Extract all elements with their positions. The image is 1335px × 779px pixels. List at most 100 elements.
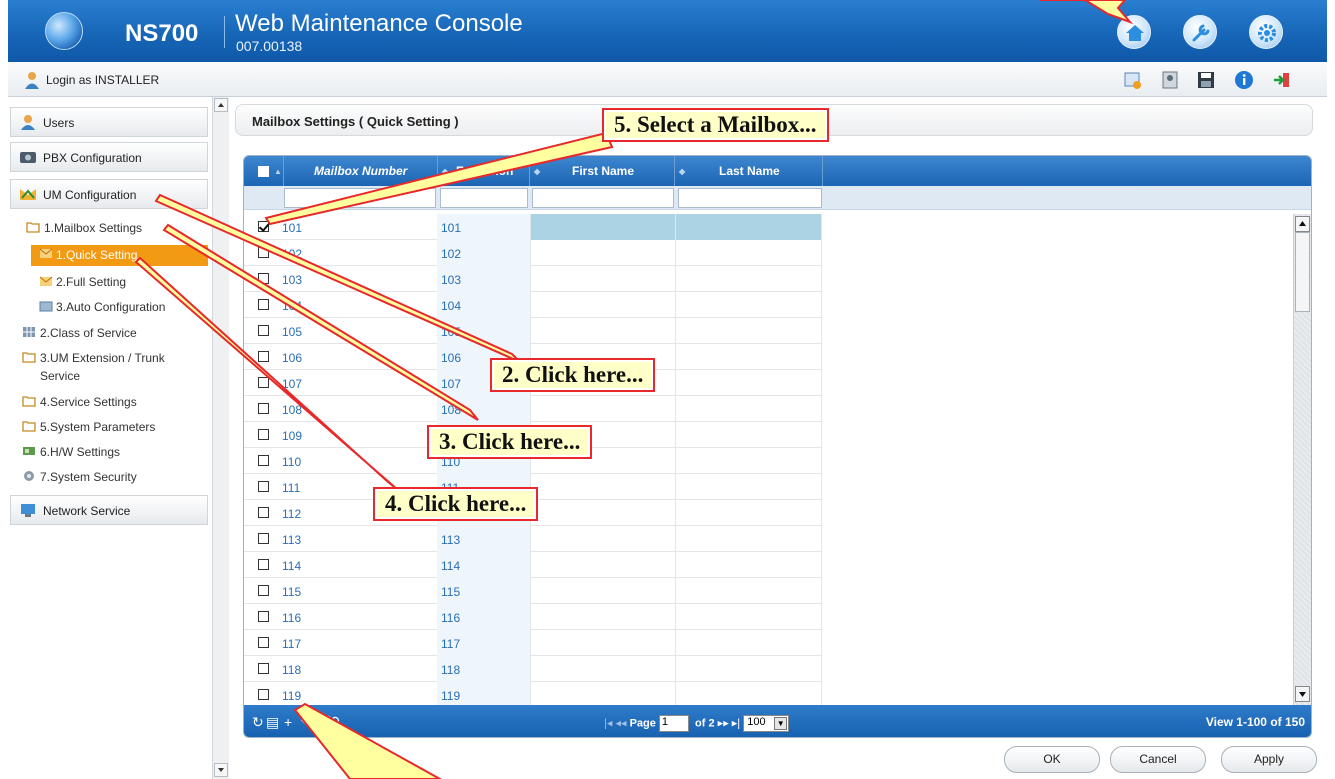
- mailbox-number-cell[interactable]: 118: [282, 663, 301, 677]
- last-name-cell[interactable]: [675, 344, 822, 370]
- last-name-cell[interactable]: [675, 526, 822, 552]
- table-row[interactable]: 115 115: [244, 578, 822, 604]
- chevron-down-icon[interactable]: ▼: [774, 717, 788, 730]
- last-name-cell[interactable]: [675, 318, 822, 344]
- extension-cell[interactable]: 101: [441, 221, 461, 235]
- extension-cell[interactable]: 119: [441, 689, 460, 703]
- last-name-cell[interactable]: [675, 422, 822, 448]
- row-checkbox[interactable]: [258, 611, 269, 622]
- tree-auto-configuration[interactable]: 3.Auto Configuration: [8, 298, 208, 318]
- mailbox-number-cell[interactable]: 110: [282, 455, 301, 469]
- last-name-cell[interactable]: [675, 266, 822, 292]
- mailbox-number-cell[interactable]: 105: [282, 325, 302, 339]
- first-name-cell[interactable]: [530, 656, 675, 682]
- info-icon[interactable]: [1234, 70, 1254, 90]
- nav-users[interactable]: Users: [10, 107, 208, 137]
- extension-cell[interactable]: 104: [441, 299, 461, 313]
- col-first-name[interactable]: ◆ First Name: [530, 156, 675, 186]
- page-number-input[interactable]: 1: [658, 715, 689, 732]
- mailbox-number-cell[interactable]: 108: [282, 403, 302, 417]
- mailbox-number-cell[interactable]: 113: [282, 533, 301, 547]
- nav-um-configuration[interactable]: UM Configuration: [10, 179, 208, 209]
- row-checkbox[interactable]: [258, 325, 269, 336]
- search-icon[interactable]: ⚲: [330, 714, 340, 731]
- mailbox-number-cell[interactable]: 119: [282, 689, 301, 703]
- header-select-all[interactable]: ▲: [244, 156, 284, 186]
- scroll-down-arrow-icon[interactable]: [214, 763, 228, 777]
- edit-icon[interactable]: ✎: [300, 714, 312, 731]
- mailbox-number-cell[interactable]: 103: [282, 273, 302, 287]
- col-last-name[interactable]: ◆ Last Name: [675, 156, 823, 186]
- grid-scrollbar[interactable]: [1293, 214, 1311, 705]
- last-name-cell[interactable]: [675, 214, 822, 240]
- row-checkbox[interactable]: [258, 403, 269, 414]
- mailbox-number-cell[interactable]: 106: [282, 351, 302, 365]
- row-checkbox[interactable]: [258, 455, 269, 466]
- tree-mailbox-settings[interactable]: 1.Mailbox Settings: [8, 219, 208, 239]
- last-name-cell[interactable]: [675, 630, 822, 656]
- extension-cell[interactable]: 116: [441, 611, 460, 625]
- col-mailbox-number[interactable]: Mailbox Number: [284, 156, 438, 186]
- next-page-icon[interactable]: ▸▸: [718, 717, 729, 729]
- settings-button[interactable]: [1249, 15, 1283, 49]
- scroll-up-arrow-icon[interactable]: [214, 98, 228, 112]
- table-row[interactable]: 113 113: [244, 526, 822, 552]
- extension-cell[interactable]: 115: [441, 585, 460, 599]
- col-extension[interactable]: ◆ Extension: [438, 156, 530, 186]
- first-name-cell[interactable]: [530, 266, 675, 292]
- table-row[interactable]: 104 104: [244, 292, 822, 318]
- save-icon[interactable]: [1196, 70, 1216, 90]
- table-row[interactable]: 114 114: [244, 552, 822, 578]
- first-name-cell[interactable]: [530, 630, 675, 656]
- sidebar-scrollbar[interactable]: [212, 97, 229, 779]
- extension-cell[interactable]: 106: [441, 351, 461, 365]
- last-name-cell[interactable]: [675, 682, 822, 705]
- scroll-up-arrow-icon[interactable]: [1295, 216, 1310, 232]
- mailbox-number-cell[interactable]: 115: [282, 585, 301, 599]
- table-row[interactable]: 116 116: [244, 604, 822, 630]
- last-name-cell[interactable]: [675, 292, 822, 318]
- table-row[interactable]: 105 105: [244, 318, 822, 344]
- last-name-cell[interactable]: [675, 396, 822, 422]
- extension-cell[interactable]: 117: [441, 637, 460, 651]
- extension-cell[interactable]: 114: [441, 559, 460, 573]
- table-row[interactable]: 117 117: [244, 630, 822, 656]
- first-name-cell[interactable]: [530, 396, 675, 422]
- extension-cell[interactable]: 105: [441, 325, 461, 339]
- table-row[interactable]: 101 101: [244, 214, 822, 240]
- extension-cell[interactable]: 103: [441, 273, 461, 287]
- extension-cell[interactable]: 108: [441, 403, 461, 417]
- first-name-cell[interactable]: [530, 578, 675, 604]
- contacts-icon[interactable]: [1160, 70, 1180, 90]
- add-icon[interactable]: +: [284, 714, 292, 730]
- first-name-cell[interactable]: [530, 500, 675, 526]
- first-name-cell[interactable]: [530, 526, 675, 552]
- extension-cell[interactable]: 113: [441, 533, 460, 547]
- table-row[interactable]: 119 119: [244, 682, 822, 705]
- row-checkbox[interactable]: [258, 559, 269, 570]
- filter-mailbox-input[interactable]: [284, 188, 436, 208]
- row-checkbox[interactable]: [258, 221, 269, 232]
- last-name-cell[interactable]: [675, 474, 822, 500]
- first-name-cell[interactable]: [530, 474, 675, 500]
- last-name-cell[interactable]: [675, 656, 822, 682]
- row-checkbox[interactable]: [258, 533, 269, 544]
- row-checkbox[interactable]: [258, 351, 269, 362]
- first-name-cell[interactable]: [530, 318, 675, 344]
- table-row[interactable]: 102 102: [244, 240, 822, 266]
- mailbox-number-cell[interactable]: 111: [282, 481, 300, 495]
- nav-network-service[interactable]: Network Service: [10, 495, 208, 525]
- mailbox-number-cell[interactable]: 109: [282, 429, 302, 443]
- logout-icon[interactable]: [1272, 70, 1292, 90]
- last-page-icon[interactable]: ▸|: [732, 717, 740, 729]
- tree-system-parameters[interactable]: 5.System Parameters: [8, 418, 208, 438]
- scroll-thumb[interactable]: [1295, 232, 1310, 312]
- select-all-checkbox[interactable]: [258, 166, 269, 177]
- first-name-cell[interactable]: [530, 292, 675, 318]
- row-checkbox[interactable]: [258, 507, 269, 518]
- extension-cell[interactable]: 118: [441, 663, 460, 677]
- filter-last-name-input[interactable]: [678, 188, 822, 208]
- rows-per-page-select[interactable]: 100 ▼: [743, 715, 790, 732]
- mailbox-number-cell[interactable]: 114: [282, 559, 301, 573]
- row-checkbox[interactable]: [258, 377, 269, 388]
